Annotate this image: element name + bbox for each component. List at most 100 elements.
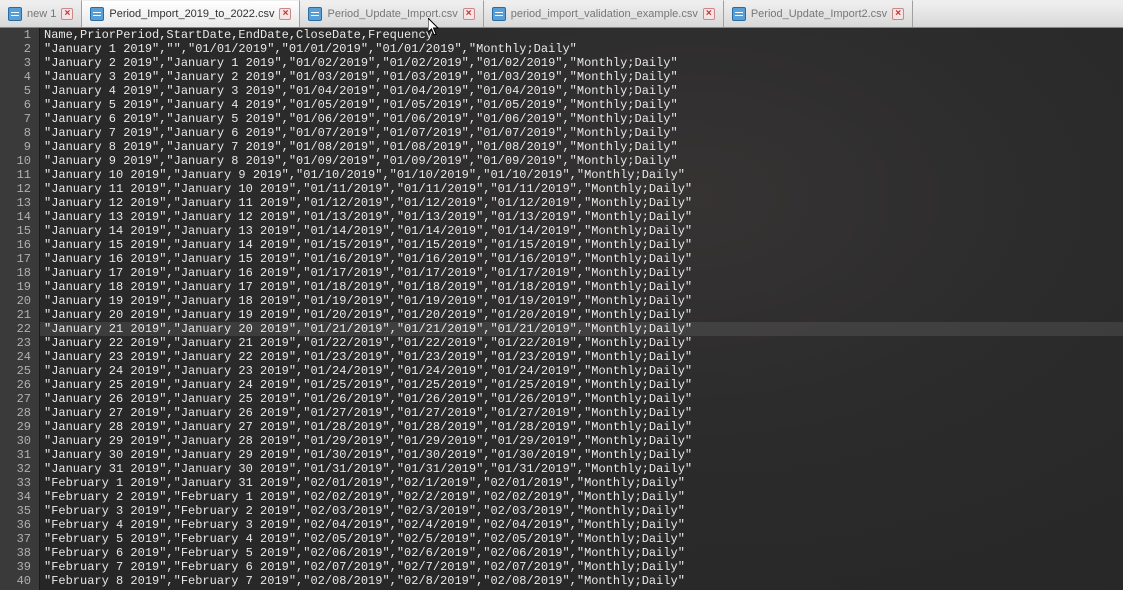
code-line[interactable]: "February 4 2019","February 3 2019","02/…: [40, 518, 1123, 532]
line-number: 28: [0, 406, 31, 420]
code-line[interactable]: "January 13 2019","January 12 2019","01/…: [40, 210, 1123, 224]
line-number: 37: [0, 532, 31, 546]
code-line[interactable]: "January 21 2019","January 20 2019","01/…: [40, 322, 1123, 336]
code-line[interactable]: "January 11 2019","January 10 2019","01/…: [40, 182, 1123, 196]
code-line[interactable]: "January 5 2019","January 4 2019","01/05…: [40, 98, 1123, 112]
tab-label: Period_Import_2019_to_2022.csv: [109, 8, 274, 20]
line-number: 8: [0, 126, 31, 140]
tab-3[interactable]: period_import_validation_example.csv ×: [484, 0, 724, 27]
close-icon[interactable]: ×: [703, 8, 715, 20]
code-line[interactable]: "January 1 2019","","01/01/2019","01/01/…: [40, 42, 1123, 56]
line-number: 30: [0, 434, 31, 448]
line-number: 40: [0, 574, 31, 588]
line-number: 20: [0, 294, 31, 308]
code-line[interactable]: "February 7 2019","February 6 2019","02/…: [40, 560, 1123, 574]
code-line[interactable]: "January 2 2019","January 1 2019","01/02…: [40, 56, 1123, 70]
line-number: 1: [0, 28, 31, 42]
line-number: 33: [0, 476, 31, 490]
line-number: 16: [0, 238, 31, 252]
code-line[interactable]: "January 6 2019","January 5 2019","01/06…: [40, 112, 1123, 126]
tab-bar-filler: [913, 0, 1123, 27]
code-line[interactable]: "January 9 2019","January 8 2019","01/09…: [40, 154, 1123, 168]
editor: 1234567891011121314151617181920212223242…: [0, 28, 1123, 590]
line-number: 39: [0, 560, 31, 574]
code-line[interactable]: "January 4 2019","January 3 2019","01/04…: [40, 84, 1123, 98]
code-line[interactable]: "January 3 2019","January 2 2019","01/03…: [40, 70, 1123, 84]
code-line[interactable]: "January 25 2019","January 24 2019","01/…: [40, 378, 1123, 392]
code-line[interactable]: "January 22 2019","January 21 2019","01/…: [40, 336, 1123, 350]
line-number: 18: [0, 266, 31, 280]
tab-2[interactable]: Period_Update_Import.csv ×: [300, 0, 483, 27]
line-number: 29: [0, 420, 31, 434]
text-content[interactable]: Name,PriorPeriod,StartDate,EndDate,Close…: [40, 28, 1123, 590]
code-line[interactable]: "January 16 2019","January 15 2019","01/…: [40, 252, 1123, 266]
code-line[interactable]: "February 6 2019","February 5 2019","02/…: [40, 546, 1123, 560]
code-line[interactable]: "January 26 2019","January 25 2019","01/…: [40, 392, 1123, 406]
code-line[interactable]: "February 1 2019","January 31 2019","02/…: [40, 476, 1123, 490]
file-icon: [90, 7, 104, 21]
code-line[interactable]: "January 12 2019","January 11 2019","01/…: [40, 196, 1123, 210]
code-line[interactable]: "February 3 2019","February 2 2019","02/…: [40, 504, 1123, 518]
code-line[interactable]: "January 24 2019","January 23 2019","01/…: [40, 364, 1123, 378]
code-line[interactable]: "January 18 2019","January 17 2019","01/…: [40, 280, 1123, 294]
line-number-gutter: 1234567891011121314151617181920212223242…: [0, 28, 40, 590]
code-line[interactable]: "January 20 2019","January 19 2019","01/…: [40, 308, 1123, 322]
code-line[interactable]: "February 8 2019","February 7 2019","02/…: [40, 574, 1123, 588]
line-number: 5: [0, 84, 31, 98]
line-number: 10: [0, 154, 31, 168]
tab-1[interactable]: Period_Import_2019_to_2022.csv ×: [82, 0, 300, 27]
line-number: 27: [0, 392, 31, 406]
code-line[interactable]: "January 15 2019","January 14 2019","01/…: [40, 238, 1123, 252]
line-number: 15: [0, 224, 31, 238]
code-line[interactable]: Name,PriorPeriod,StartDate,EndDate,Close…: [40, 28, 1123, 42]
code-line[interactable]: "January 14 2019","January 13 2019","01/…: [40, 224, 1123, 238]
tab-label: period_import_validation_example.csv: [511, 8, 698, 20]
line-number: 9: [0, 140, 31, 154]
line-number: 38: [0, 546, 31, 560]
code-line[interactable]: "January 19 2019","January 18 2019","01/…: [40, 294, 1123, 308]
code-line[interactable]: "January 29 2019","January 28 2019","01/…: [40, 434, 1123, 448]
tab-label: Period_Update_Import2.csv: [751, 8, 887, 20]
line-number: 17: [0, 252, 31, 266]
close-icon[interactable]: ×: [463, 8, 475, 20]
code-line[interactable]: "February 2 2019","February 1 2019","02/…: [40, 490, 1123, 504]
line-number: 4: [0, 70, 31, 84]
close-icon[interactable]: ×: [61, 8, 73, 20]
line-number: 23: [0, 336, 31, 350]
tab-4[interactable]: Period_Update_Import2.csv ×: [724, 0, 913, 27]
line-number: 13: [0, 196, 31, 210]
code-line[interactable]: "January 10 2019","January 9 2019","01/1…: [40, 168, 1123, 182]
tab-0[interactable]: new 1 ×: [0, 0, 82, 27]
tab-label: Period_Update_Import.csv: [327, 8, 457, 20]
line-number: 19: [0, 280, 31, 294]
line-number: 32: [0, 462, 31, 476]
code-line[interactable]: "January 7 2019","January 6 2019","01/07…: [40, 126, 1123, 140]
file-icon: [732, 7, 746, 21]
file-icon: [308, 7, 322, 21]
line-number: 6: [0, 98, 31, 112]
code-line[interactable]: "January 8 2019","January 7 2019","01/08…: [40, 140, 1123, 154]
close-icon[interactable]: ×: [279, 8, 291, 20]
code-line[interactable]: "January 30 2019","January 29 2019","01/…: [40, 448, 1123, 462]
line-number: 26: [0, 378, 31, 392]
code-line[interactable]: "January 23 2019","January 22 2019","01/…: [40, 350, 1123, 364]
line-number: 22: [0, 322, 31, 336]
code-line[interactable]: "January 27 2019","January 26 2019","01/…: [40, 406, 1123, 420]
line-number: 11: [0, 168, 31, 182]
tab-bar: new 1×Period_Import_2019_to_2022.csv×Per…: [0, 0, 1123, 28]
line-number: 2: [0, 42, 31, 56]
line-number: 35: [0, 504, 31, 518]
file-icon: [8, 7, 22, 21]
close-icon[interactable]: ×: [892, 8, 904, 20]
line-number: 31: [0, 448, 31, 462]
line-number: 36: [0, 518, 31, 532]
line-number: 25: [0, 364, 31, 378]
code-line[interactable]: "February 5 2019","February 4 2019","02/…: [40, 532, 1123, 546]
code-line[interactable]: "January 28 2019","January 27 2019","01/…: [40, 420, 1123, 434]
code-line[interactable]: "January 31 2019","January 30 2019","01/…: [40, 462, 1123, 476]
tab-label: new 1: [27, 8, 56, 20]
line-number: 7: [0, 112, 31, 126]
line-number: 3: [0, 56, 31, 70]
code-line[interactable]: "January 17 2019","January 16 2019","01/…: [40, 266, 1123, 280]
line-number: 21: [0, 308, 31, 322]
